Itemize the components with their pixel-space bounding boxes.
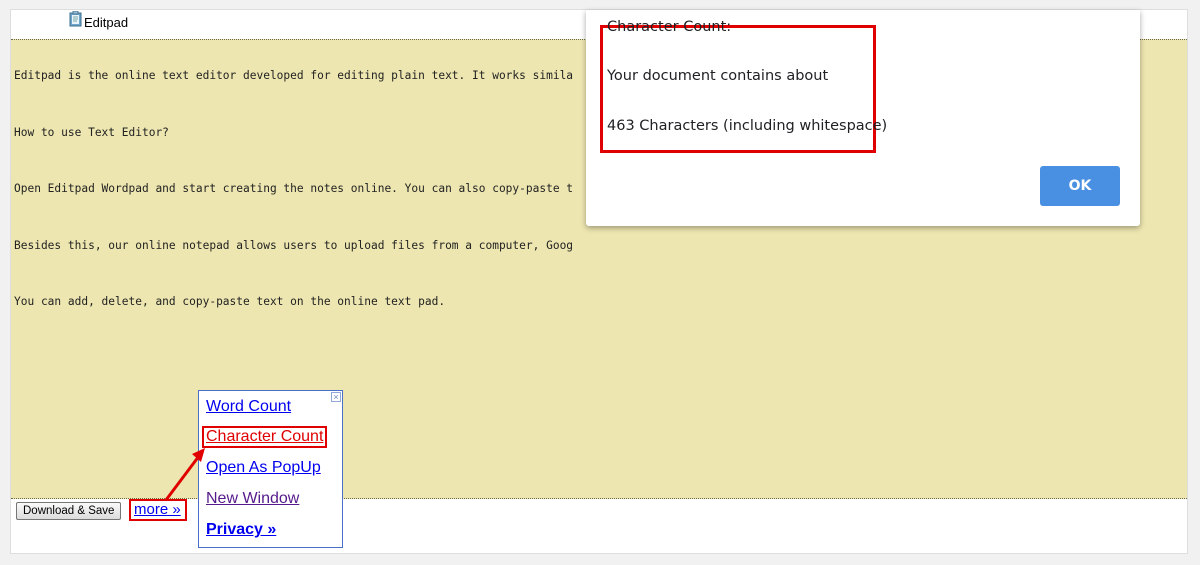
character-count-dialog: Character Count: Your document contains … xyxy=(586,10,1140,226)
close-icon[interactable]: × xyxy=(331,392,341,402)
menu-item-privacy[interactable]: Privacy » xyxy=(206,521,276,539)
menu-item-word-count[interactable]: Word Count xyxy=(206,398,291,416)
menu-item-new-window[interactable]: New Window xyxy=(206,490,299,508)
notepad-icon xyxy=(69,10,83,27)
menu-item-character-count[interactable]: Character Count xyxy=(202,426,328,448)
more-link[interactable]: more » xyxy=(129,499,187,521)
app-title: Editpad xyxy=(84,14,129,30)
editor-line[interactable]: Besides this, our online notepad allows … xyxy=(14,238,1184,269)
download-save-button[interactable]: Download & Save xyxy=(16,502,122,520)
menu-item-open-as-popup[interactable]: Open As PopUp xyxy=(206,459,321,477)
editor-line[interactable]: You can add, delete, and copy-paste text… xyxy=(14,294,1184,325)
dialog-title: Character Count: xyxy=(607,19,732,35)
ok-button[interactable]: OK xyxy=(1040,166,1120,206)
app-title-bar: Editpad xyxy=(69,10,129,33)
more-menu-popup: × Word Count Character Count Open As Pop… xyxy=(198,390,343,548)
dialog-count: 463 Characters (including whitespace) xyxy=(607,118,888,134)
editpad-page: Editpad Editpad is the online text edito… xyxy=(10,9,1188,554)
dialog-message: Your document contains about xyxy=(607,68,829,84)
